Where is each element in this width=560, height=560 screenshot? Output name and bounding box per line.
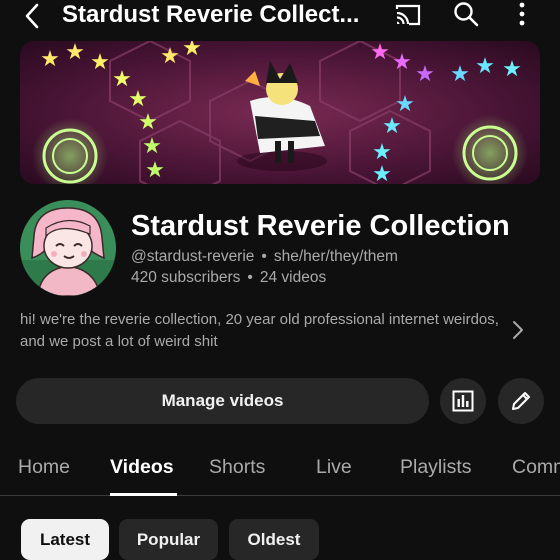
description-expand-button[interactable] (508, 320, 528, 340)
separator-dot: • (247, 269, 253, 286)
channel-tabs: Home Videos Shorts Live Playlists Comm (0, 444, 560, 496)
banner-artwork: ★ ★ ★ ★ ★ ★ ★ ★ ★ ★ ★ ★ ★ ★ ★ ★ ★ ★ ★ ★ (20, 41, 540, 184)
top-bar-title: Stardust Reverie Collect... (62, 1, 360, 28)
svg-text:★: ★ (502, 57, 522, 82)
pencil-icon (512, 392, 530, 410)
cast-icon (395, 4, 421, 26)
channel-pronouns: she/her/they/them (273, 248, 398, 265)
tab-live[interactable]: Live (316, 454, 352, 480)
search-button[interactable] (451, 0, 481, 28)
search-icon (454, 2, 479, 27)
svg-text:★: ★ (138, 110, 158, 135)
svg-text:★: ★ (370, 41, 390, 65)
svg-text:★: ★ (450, 62, 470, 87)
avatar-artwork (20, 200, 116, 296)
subscriber-count: 420 subscribers (131, 269, 241, 286)
tab-videos[interactable]: Videos (110, 454, 174, 480)
channel-description[interactable]: hi! we're the reverie collection, 20 yea… (20, 309, 500, 353)
video-count: 24 videos (259, 269, 327, 286)
svg-text:★: ★ (182, 41, 202, 61)
svg-text:★: ★ (415, 62, 435, 87)
channel-stats-line: 420 subscribers • 24 videos (131, 268, 326, 288)
tab-home[interactable]: Home (18, 454, 70, 480)
svg-text:★: ★ (128, 87, 148, 112)
analytics-icon (452, 390, 474, 412)
svg-text:★: ★ (392, 50, 412, 75)
tab-shorts[interactable]: Shorts (209, 454, 265, 480)
svg-text:★: ★ (372, 162, 392, 184)
chip-oldest[interactable]: Oldest (229, 519, 319, 560)
tab-community[interactable]: Comm (512, 454, 560, 480)
channel-name: Stardust Reverie Collection (131, 210, 510, 242)
channel-handle: @stardust-reverie (131, 248, 255, 265)
channel-banner: ★ ★ ★ ★ ★ ★ ★ ★ ★ ★ ★ ★ ★ ★ ★ ★ ★ ★ ★ ★ (20, 41, 540, 184)
svg-text:★: ★ (160, 44, 180, 69)
svg-text:★: ★ (40, 47, 60, 72)
svg-text:★: ★ (142, 134, 162, 159)
manage-videos-button[interactable]: Manage videos (16, 378, 429, 424)
more-vertical-icon (519, 2, 525, 26)
cast-button[interactable] (393, 2, 423, 28)
channel-handle-line: @stardust-reverie • she/her/they/them (131, 247, 398, 267)
svg-text:★: ★ (145, 158, 165, 183)
more-options-button[interactable] (510, 0, 534, 28)
svg-text:★: ★ (90, 50, 110, 75)
tab-playlists[interactable]: Playlists (400, 454, 472, 480)
chevron-left-icon (25, 3, 39, 29)
separator-dot: • (261, 248, 267, 265)
back-button[interactable] (18, 2, 46, 30)
channel-avatar[interactable] (20, 200, 116, 296)
svg-text:★: ★ (382, 114, 402, 139)
active-tab-indicator (110, 493, 177, 496)
top-app-bar: Stardust Reverie Collect... (0, 0, 560, 34)
chevron-right-icon (513, 321, 523, 339)
svg-text:★: ★ (65, 41, 85, 65)
chip-popular[interactable]: Popular (119, 519, 218, 560)
chip-latest[interactable]: Latest (21, 519, 109, 560)
svg-text:★: ★ (475, 54, 495, 79)
edit-channel-button[interactable] (498, 378, 544, 424)
analytics-button[interactable] (440, 378, 486, 424)
